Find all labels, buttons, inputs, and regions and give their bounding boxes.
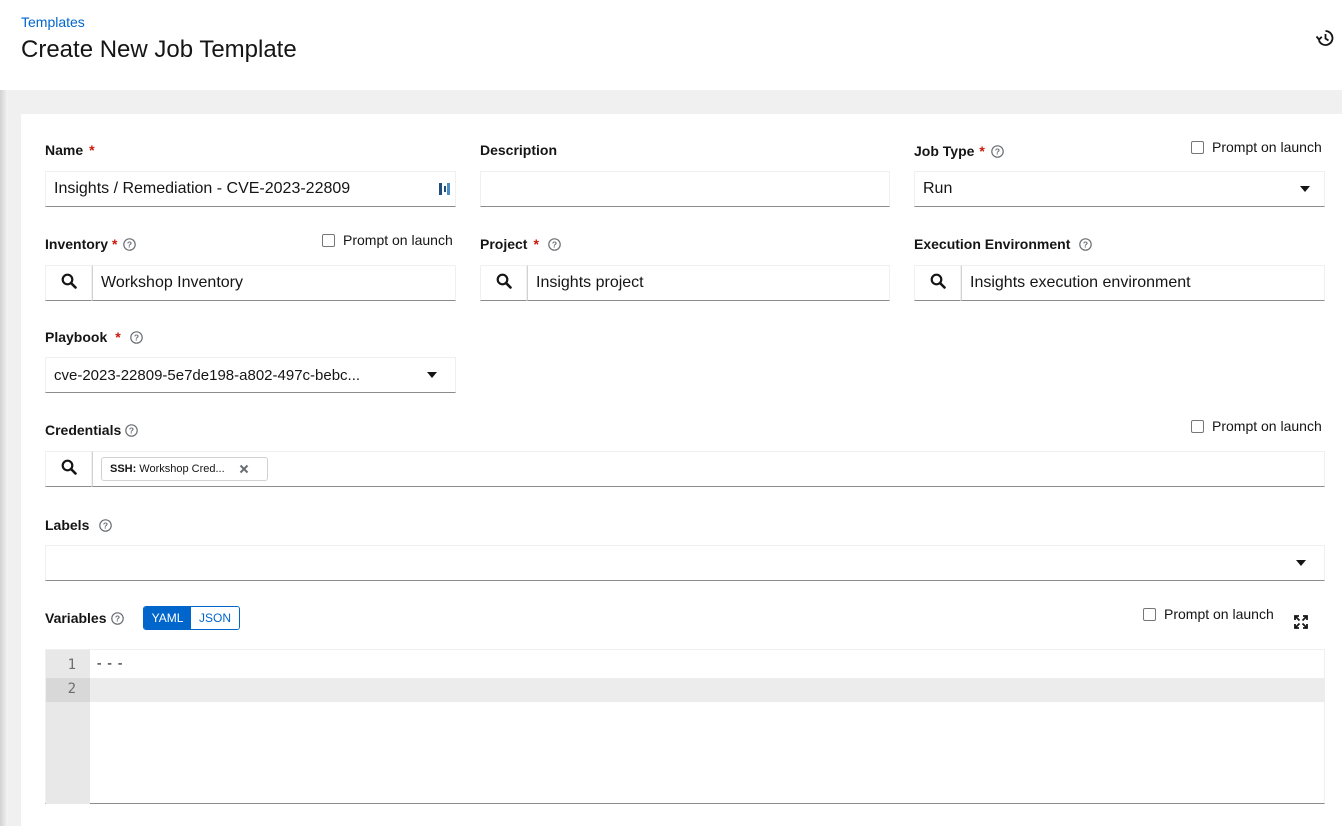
inventory-search-button[interactable] xyxy=(45,265,92,301)
svg-text:?: ? xyxy=(552,239,557,249)
variables-label: Variables ? xyxy=(45,610,124,626)
description-label: Description xyxy=(480,142,558,158)
page-header: Templates Create New Job Template xyxy=(0,0,1342,90)
svg-text:?: ? xyxy=(995,146,1000,156)
credential-chip: SSH: Workshop Cred... xyxy=(101,457,268,481)
svg-text:?: ? xyxy=(114,613,119,623)
credentials-input[interactable] xyxy=(92,451,1325,487)
svg-text:?: ? xyxy=(1083,239,1088,249)
svg-text:?: ? xyxy=(103,520,108,530)
history-icon[interactable] xyxy=(1315,28,1335,48)
project-input[interactable]: Insights project xyxy=(527,265,890,301)
close-icon[interactable] xyxy=(239,464,249,474)
name-input[interactable]: Insights / Remediation - CVE-2023-22809 xyxy=(45,171,456,207)
caret-down-icon xyxy=(1300,186,1310,192)
inventory-label: Inventory * ? xyxy=(45,236,137,252)
code-line: --- xyxy=(95,656,127,672)
inventory-input[interactable]: Workshop Inventory xyxy=(92,265,456,301)
breadcrumb-templates[interactable]: Templates xyxy=(21,14,85,30)
password-manager-icon[interactable] xyxy=(439,182,450,201)
help-icon[interactable]: ? xyxy=(99,518,113,532)
checkbox[interactable] xyxy=(1191,419,1204,433)
sidebar-edge xyxy=(0,0,8,826)
help-icon[interactable]: ? xyxy=(1079,237,1093,251)
svg-text:?: ? xyxy=(127,239,132,249)
help-icon[interactable]: ? xyxy=(129,330,143,344)
playbook-select[interactable]: cve-2023-22809-5e7de198-a802-497c-bebc..… xyxy=(45,357,456,393)
svg-text:?: ? xyxy=(134,332,139,342)
credentials-label: Credentials ? xyxy=(45,422,139,438)
variables-prompt-checkbox[interactable]: Prompt on launch xyxy=(1143,606,1274,622)
help-icon[interactable]: ? xyxy=(548,237,561,251)
name-value: Insights / Remediation - CVE-2023-22809 xyxy=(54,180,351,197)
caret-down-icon xyxy=(1296,560,1306,566)
credentials-search-button[interactable] xyxy=(45,451,92,487)
svg-text:?: ? xyxy=(129,425,134,435)
checkbox[interactable] xyxy=(1143,607,1156,621)
active-line-highlight xyxy=(46,678,1325,702)
execution-environment-search-button[interactable] xyxy=(914,265,961,301)
expand-icon[interactable] xyxy=(1293,614,1309,630)
variables-format-toggle: YAML JSON xyxy=(143,606,240,630)
line-number: 2 xyxy=(67,681,76,697)
search-icon xyxy=(930,273,946,294)
json-toggle-button[interactable]: JSON xyxy=(191,607,239,629)
help-icon[interactable]: ? xyxy=(110,611,124,625)
help-icon[interactable]: ? xyxy=(125,423,139,437)
search-icon xyxy=(61,459,77,480)
execution-environment-input[interactable]: Insights execution environment xyxy=(961,265,1325,301)
project-label: Project * ? xyxy=(480,236,561,252)
line-number-gutter xyxy=(46,650,90,804)
caret-down-icon xyxy=(427,372,437,378)
checkbox[interactable] xyxy=(1191,140,1204,154)
page-title: Create New Job Template xyxy=(21,36,297,63)
line-number: 1 xyxy=(67,657,76,673)
help-icon[interactable]: ? xyxy=(991,144,1004,158)
playbook-label: Playbook * ? xyxy=(45,329,143,345)
yaml-toggle-button[interactable]: YAML xyxy=(144,607,191,629)
project-search-button[interactable] xyxy=(480,265,527,301)
job-type-prompt-checkbox[interactable]: Prompt on launch xyxy=(1191,139,1322,155)
inventory-prompt-checkbox[interactable]: Prompt on launch xyxy=(322,232,453,248)
labels-label: Labels ? xyxy=(45,517,113,533)
search-icon xyxy=(496,273,512,294)
variables-code-editor[interactable]: 1 2 --- xyxy=(45,649,1325,804)
job-type-label: Job Type * ? xyxy=(914,143,1004,159)
description-input[interactable] xyxy=(480,171,890,207)
credentials-prompt-checkbox[interactable]: Prompt on launch xyxy=(1191,418,1322,434)
page-frame: Templates Create New Job Template Name * … xyxy=(0,0,1342,826)
labels-select[interactable] xyxy=(45,545,1325,581)
name-label: Name * xyxy=(45,142,95,158)
job-type-select[interactable]: Run xyxy=(914,171,1325,207)
execution-environment-label: Execution Environment ? xyxy=(914,236,1093,252)
help-icon[interactable]: ? xyxy=(123,237,137,251)
checkbox[interactable] xyxy=(322,233,335,247)
search-icon xyxy=(61,273,77,294)
